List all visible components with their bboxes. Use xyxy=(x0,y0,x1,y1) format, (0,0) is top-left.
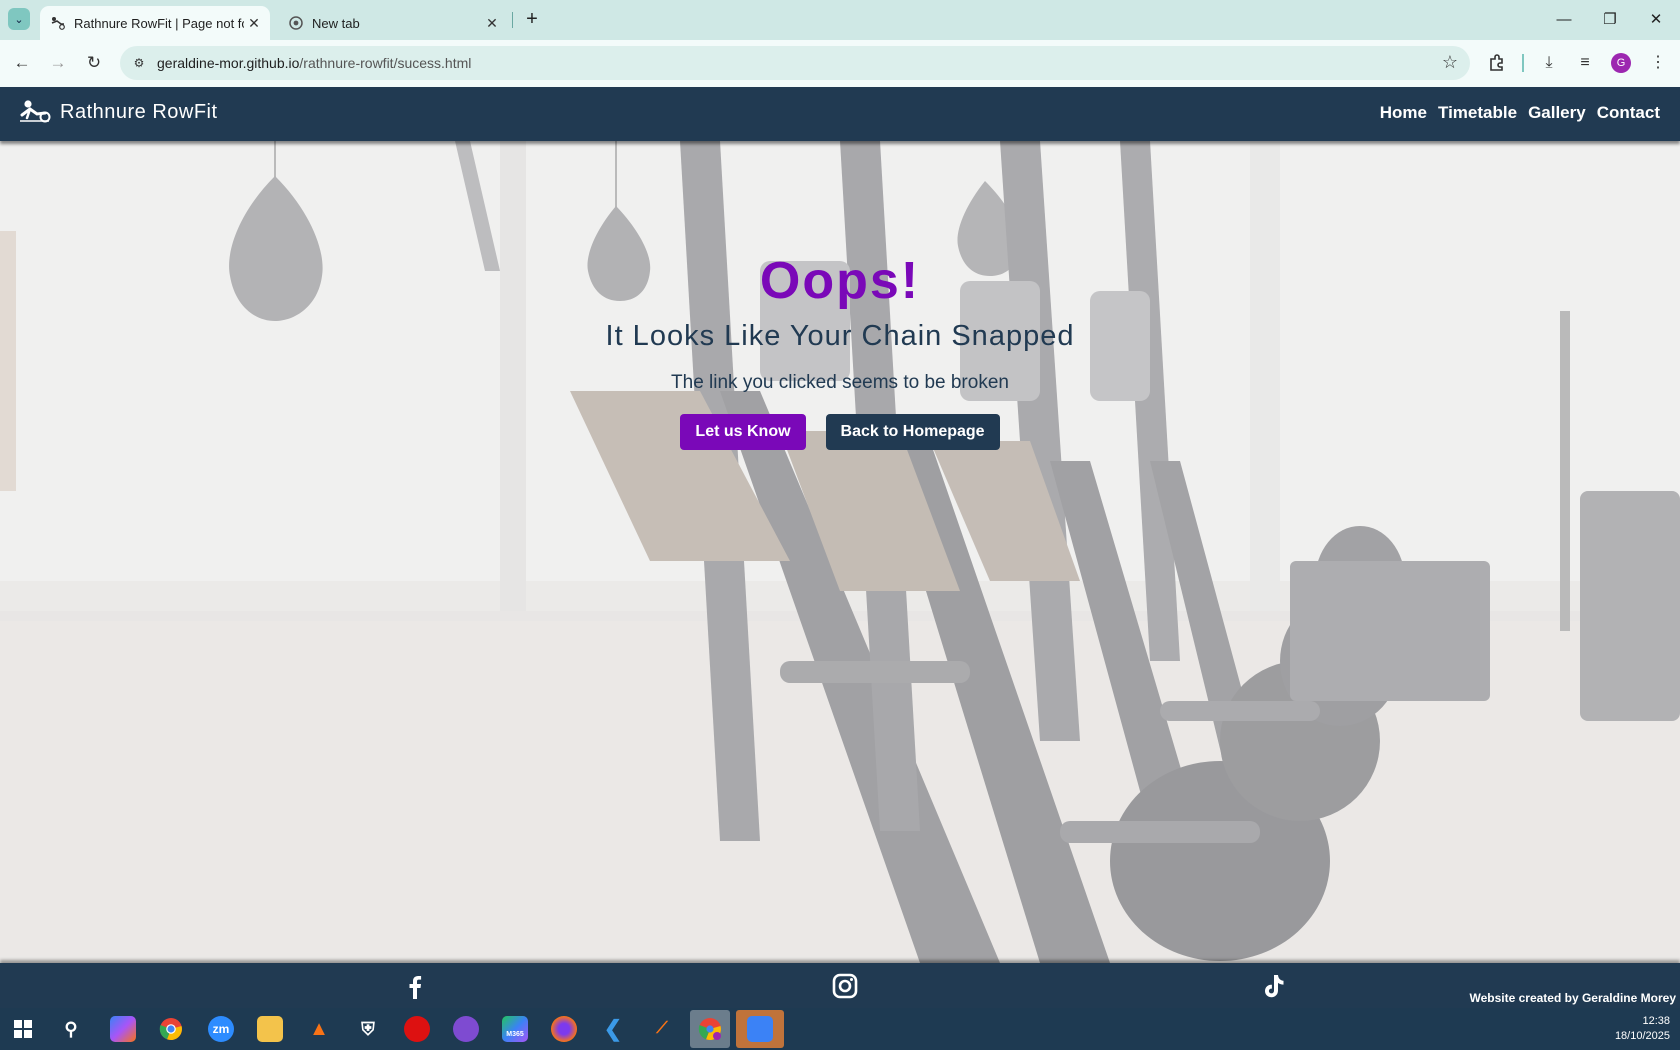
chrome-profile-icon[interactable] xyxy=(697,1016,723,1042)
facebook-icon[interactable] xyxy=(401,972,429,1000)
search-icon[interactable]: ⚲ xyxy=(58,1016,84,1042)
minimize-button[interactable]: — xyxy=(1541,6,1587,34)
media-queue-icon[interactable]: ≡ xyxy=(1572,50,1598,76)
error-content: Oops! It Looks Like Your Chain Snapped T… xyxy=(0,250,1680,450)
system-clock[interactable]: 12:38 18/10/2025 xyxy=(1615,1014,1670,1044)
new-tab-button[interactable]: + xyxy=(520,8,544,32)
reload-icon[interactable]: ↻ xyxy=(81,50,107,76)
nav-contact[interactable]: Contact xyxy=(1597,103,1660,123)
close-tab-icon[interactable]: ✕ xyxy=(244,15,264,32)
site-navbar: Rathnure RowFit Home Timetable Gallery C… xyxy=(0,87,1680,141)
url-text: geraldine-mor.github.io/rathnure-rowfit/… xyxy=(157,55,472,71)
chrome-icon[interactable] xyxy=(158,1016,184,1042)
page-subtitle: It Looks Like Your Chain Snapped xyxy=(605,320,1075,352)
security-shield-icon[interactable]: ⛨ xyxy=(355,1016,381,1042)
file-explorer-icon[interactable] xyxy=(257,1016,283,1042)
brand-link[interactable]: Rathnure RowFit xyxy=(18,99,218,125)
kebab-menu-icon[interactable]: ⋮ xyxy=(1645,50,1671,76)
back-to-homepage-button[interactable]: Back to Homepage xyxy=(825,414,1000,450)
footer-credit: Website created by Geraldine Morey xyxy=(1469,991,1676,1005)
close-tab-icon[interactable]: ✕ xyxy=(482,15,502,32)
bookmark-star-icon[interactable]: ☆ xyxy=(1442,52,1458,73)
chevron-down-icon: ⌄ xyxy=(14,13,24,26)
tor-browser-icon[interactable] xyxy=(453,1016,479,1042)
clock-date: 18/10/2025 xyxy=(1614,1030,1670,1042)
tab-new-tab[interactable]: New tab ✕ xyxy=(278,6,508,40)
site-footer: Website created by Geraldine Morey xyxy=(0,963,1680,1008)
close-window-button[interactable]: ✕ xyxy=(1633,6,1679,34)
windows-start-icon[interactable] xyxy=(10,1016,36,1042)
nav-home[interactable]: Home xyxy=(1380,103,1427,123)
vscode-icon[interactable]: ❮ xyxy=(600,1016,626,1042)
let-us-know-button[interactable]: Let us Know xyxy=(680,414,806,450)
browser-toolbar: ← → ↻ ⚙ geraldine-mor.github.io/rathnure… xyxy=(0,40,1680,87)
tab-search-button[interactable]: ⌄ xyxy=(8,8,30,30)
page-title: Oops! xyxy=(759,252,921,310)
zoom-icon[interactable]: zm xyxy=(208,1016,234,1042)
chrome-favicon-icon xyxy=(288,15,304,31)
windows-taskbar: ⚲ zm ▲ ⛨ M365 ❮ ⟋ 12:38 18/10/2025 xyxy=(0,1008,1680,1050)
brand-name: Rathnure RowFit xyxy=(60,100,218,123)
toolbar-divider xyxy=(1522,54,1524,72)
rower-favicon-icon xyxy=(50,15,66,31)
rower-logo-icon xyxy=(20,100,51,123)
clock-time: 12:38 xyxy=(1642,1015,1670,1027)
forward-arrow-icon[interactable]: → xyxy=(45,50,71,76)
tab-title: New tab xyxy=(312,15,360,31)
profile-avatar[interactable]: G xyxy=(1611,53,1631,73)
copilot-icon[interactable] xyxy=(110,1016,136,1042)
site-info-icon[interactable]: ⚙ xyxy=(130,54,148,72)
firefox-icon[interactable] xyxy=(551,1016,577,1042)
m365-icon[interactable]: M365 xyxy=(502,1016,528,1042)
back-arrow-icon[interactable]: ← xyxy=(9,50,35,76)
address-bar[interactable]: ⚙ geraldine-mor.github.io/rathnure-rowfi… xyxy=(120,46,1470,80)
tab-title: Rathnure RowFit | Page not found xyxy=(74,15,244,31)
main-nav: Home Timetable Gallery Contact xyxy=(1380,103,1660,123)
nav-timetable[interactable]: Timetable xyxy=(1438,103,1517,123)
vlc-icon[interactable]: ▲ xyxy=(306,1016,332,1042)
tab-divider xyxy=(512,12,513,28)
app-icon[interactable]: ⟋ xyxy=(649,1016,675,1042)
extensions-puzzle-icon[interactable] xyxy=(1484,50,1510,76)
browser-tab-strip: ⌄ Rathnure RowFit | Page not found ✕ New… xyxy=(0,0,1680,40)
tiktok-icon[interactable] xyxy=(1259,972,1287,1000)
nav-gallery[interactable]: Gallery xyxy=(1528,103,1586,123)
action-buttons: Let us Know Back to Homepage xyxy=(0,414,1680,450)
opera-icon[interactable] xyxy=(404,1016,430,1042)
restore-button[interactable]: ❐ xyxy=(1587,6,1633,34)
tab-rathnure-rowfit[interactable]: Rathnure RowFit | Page not found ✕ xyxy=(40,6,270,40)
instagram-icon[interactable] xyxy=(831,972,859,1000)
error-message: The link you clicked seems to be broken xyxy=(671,372,1009,393)
photos-icon[interactable] xyxy=(747,1016,773,1042)
download-icon[interactable]: ⤓ xyxy=(1536,50,1562,76)
